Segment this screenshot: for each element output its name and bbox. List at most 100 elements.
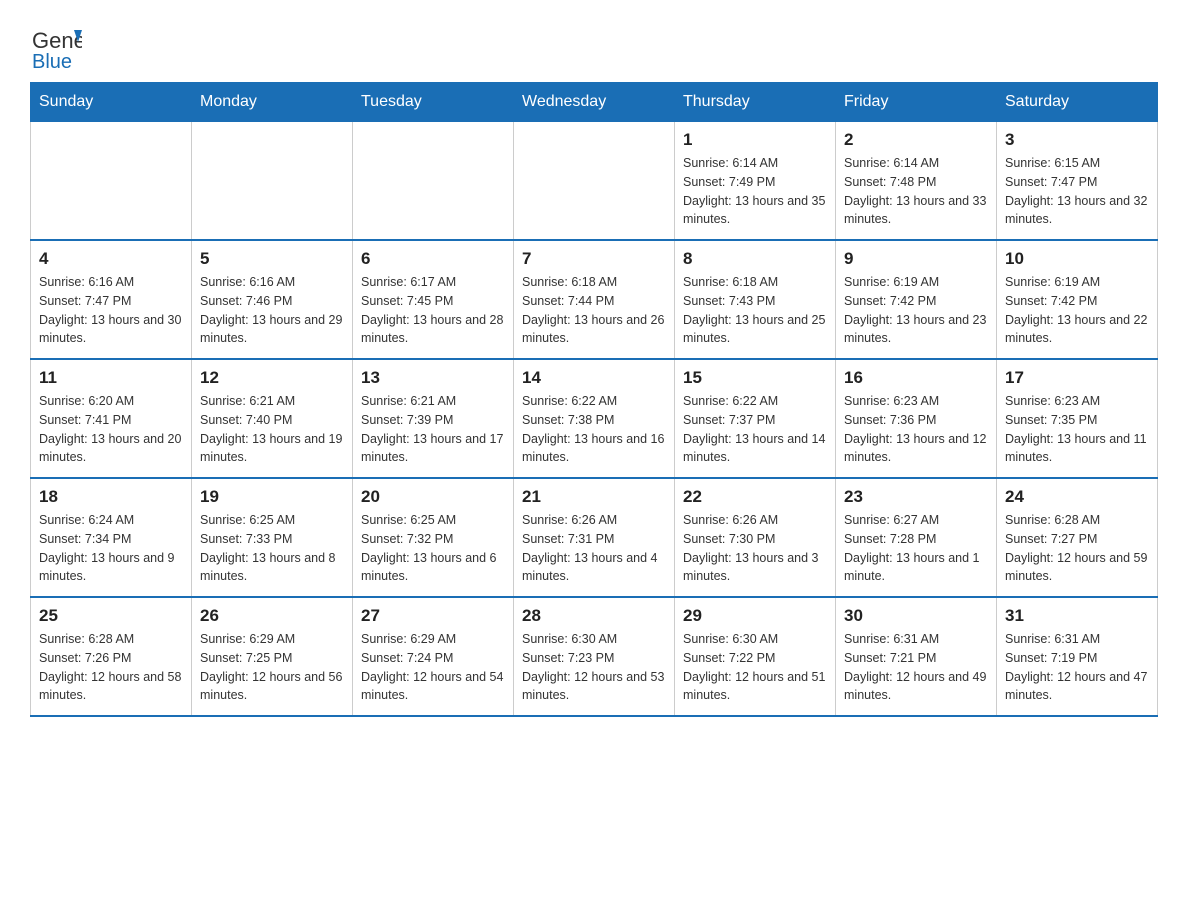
calendar-week-row: 4Sunrise: 6:16 AM Sunset: 7:47 PM Daylig…: [31, 240, 1158, 359]
day-info: Sunrise: 6:24 AM Sunset: 7:34 PM Dayligh…: [39, 511, 183, 586]
calendar-cell: 5 Sunrise: 6:16 AM Sunset: 7:46 PM Daylig…: [192, 240, 353, 359]
day-info: Sunrise: 6:14 AM Sunset: 7:48 PM Dayligh…: [844, 154, 988, 229]
calendar-cell: 19Sunrise: 6:25 AM Sunset: 7:33 PM Dayli…: [192, 478, 353, 597]
svg-text:Blue: Blue: [32, 51, 72, 72]
page-header: General Blue: [30, 20, 1158, 72]
calendar-header-friday: Friday: [836, 83, 997, 122]
calendar-cell: [353, 122, 514, 241]
day-number: 20: [361, 487, 505, 507]
calendar-cell: 9 Sunrise: 6:19 AM Sunset: 7:42 PM Daylig…: [836, 240, 997, 359]
calendar-cell: 8 Sunrise: 6:18 AM Sunset: 7:43 PM Daylig…: [675, 240, 836, 359]
calendar-cell: 30 Sunrise: 6:31 AM Sunset: 7:21 PM Dayli…: [836, 597, 997, 716]
day-number: 27: [361, 606, 505, 626]
calendar-cell: 3 Sunrise: 6:15 AM Sunset: 7:47 PM Daylig…: [997, 122, 1158, 241]
day-info: Sunrise: 6:31 AM Sunset: 7:21 PM Dayligh…: [844, 630, 988, 705]
calendar-cell: 1 Sunrise: 6:14 AM Sunset: 7:49 PM Daylig…: [675, 122, 836, 241]
day-info: Sunrise: 6:14 AM Sunset: 7:49 PM Dayligh…: [683, 154, 827, 229]
day-info: Sunrise: 6:19 AM Sunset: 7:42 PM Dayligh…: [844, 273, 988, 348]
calendar-cell: [514, 122, 675, 241]
day-info: Sunrise: 6:18 AM Sunset: 7:43 PM Dayligh…: [683, 273, 827, 348]
calendar-cell: 22 Sunrise: 6:26 AM Sunset: 7:30 PM Dayli…: [675, 478, 836, 597]
calendar-cell: [31, 122, 192, 241]
calendar-week-row: 18 Sunrise: 6:24 AM Sunset: 7:34 PM Dayli…: [31, 478, 1158, 597]
day-number: 4: [39, 249, 183, 269]
calendar-cell: 24Sunrise: 6:28 AM Sunset: 7:27 PM Dayli…: [997, 478, 1158, 597]
calendar-cell: 20Sunrise: 6:25 AM Sunset: 7:32 PM Dayli…: [353, 478, 514, 597]
calendar-cell: 10 Sunrise: 6:19 AM Sunset: 7:42 PM Dayli…: [997, 240, 1158, 359]
day-number: 29: [683, 606, 827, 626]
calendar-header-wednesday: Wednesday: [514, 83, 675, 122]
day-info: Sunrise: 6:15 AM Sunset: 7:47 PM Dayligh…: [1005, 154, 1149, 229]
day-info: Sunrise: 6:29 AM Sunset: 7:24 PM Dayligh…: [361, 630, 505, 705]
day-number: 21: [522, 487, 666, 507]
calendar-header-sunday: Sunday: [31, 83, 192, 122]
calendar-cell: 12 Sunrise: 6:21 AM Sunset: 7:40 PM Dayli…: [192, 359, 353, 478]
calendar-table: SundayMondayTuesdayWednesdayThursdayFrid…: [30, 82, 1158, 717]
day-number: 24: [1005, 487, 1149, 507]
day-number: 19: [200, 487, 344, 507]
day-info: Sunrise: 6:21 AM Sunset: 7:39 PM Dayligh…: [361, 392, 505, 467]
day-info: Sunrise: 6:17 AM Sunset: 7:45 PM Dayligh…: [361, 273, 505, 348]
calendar-cell: [192, 122, 353, 241]
day-info: Sunrise: 6:23 AM Sunset: 7:35 PM Dayligh…: [1005, 392, 1149, 467]
day-info: Sunrise: 6:20 AM Sunset: 7:41 PM Dayligh…: [39, 392, 183, 467]
day-number: 25: [39, 606, 183, 626]
calendar-cell: 23Sunrise: 6:27 AM Sunset: 7:28 PM Dayli…: [836, 478, 997, 597]
day-info: Sunrise: 6:22 AM Sunset: 7:38 PM Dayligh…: [522, 392, 666, 467]
day-number: 11: [39, 368, 183, 388]
day-info: Sunrise: 6:19 AM Sunset: 7:42 PM Dayligh…: [1005, 273, 1149, 348]
day-number: 12: [200, 368, 344, 388]
day-info: Sunrise: 6:18 AM Sunset: 7:44 PM Dayligh…: [522, 273, 666, 348]
calendar-body: 1 Sunrise: 6:14 AM Sunset: 7:49 PM Daylig…: [31, 122, 1158, 717]
calendar-week-row: 1 Sunrise: 6:14 AM Sunset: 7:49 PM Daylig…: [31, 122, 1158, 241]
day-number: 2: [844, 130, 988, 150]
calendar-cell: 28 Sunrise: 6:30 AM Sunset: 7:23 PM Dayli…: [514, 597, 675, 716]
day-number: 28: [522, 606, 666, 626]
calendar-header-thursday: Thursday: [675, 83, 836, 122]
calendar-cell: 26 Sunrise: 6:29 AM Sunset: 7:25 PM Dayli…: [192, 597, 353, 716]
calendar-cell: 2 Sunrise: 6:14 AM Sunset: 7:48 PM Daylig…: [836, 122, 997, 241]
day-number: 18: [39, 487, 183, 507]
day-info: Sunrise: 6:23 AM Sunset: 7:36 PM Dayligh…: [844, 392, 988, 467]
calendar-cell: 15Sunrise: 6:22 AM Sunset: 7:37 PM Dayli…: [675, 359, 836, 478]
day-info: Sunrise: 6:30 AM Sunset: 7:22 PM Dayligh…: [683, 630, 827, 705]
calendar-header-monday: Monday: [192, 83, 353, 122]
day-info: Sunrise: 6:29 AM Sunset: 7:25 PM Dayligh…: [200, 630, 344, 705]
calendar-cell: 21 Sunrise: 6:26 AM Sunset: 7:31 PM Dayli…: [514, 478, 675, 597]
calendar-week-row: 25 Sunrise: 6:28 AM Sunset: 7:26 PM Dayli…: [31, 597, 1158, 716]
day-number: 30: [844, 606, 988, 626]
day-info: Sunrise: 6:31 AM Sunset: 7:19 PM Dayligh…: [1005, 630, 1149, 705]
calendar-cell: 16Sunrise: 6:23 AM Sunset: 7:36 PM Dayli…: [836, 359, 997, 478]
calendar-header-row: SundayMondayTuesdayWednesdayThursdayFrid…: [31, 83, 1158, 122]
day-info: Sunrise: 6:16 AM Sunset: 7:46 PM Dayligh…: [200, 273, 344, 348]
logo-icon: General Blue: [30, 20, 82, 72]
day-number: 14: [522, 368, 666, 388]
svg-text:General: General: [32, 28, 82, 53]
day-number: 23: [844, 487, 988, 507]
day-number: 10: [1005, 249, 1149, 269]
calendar-cell: 29 Sunrise: 6:30 AM Sunset: 7:22 PM Dayli…: [675, 597, 836, 716]
calendar-cell: 25 Sunrise: 6:28 AM Sunset: 7:26 PM Dayli…: [31, 597, 192, 716]
day-number: 22: [683, 487, 827, 507]
calendar-cell: 14 Sunrise: 6:22 AM Sunset: 7:38 PM Dayli…: [514, 359, 675, 478]
day-number: 6: [361, 249, 505, 269]
day-number: 1: [683, 130, 827, 150]
calendar-cell: 17 Sunrise: 6:23 AM Sunset: 7:35 PM Dayli…: [997, 359, 1158, 478]
day-number: 9: [844, 249, 988, 269]
day-number: 17: [1005, 368, 1149, 388]
day-info: Sunrise: 6:21 AM Sunset: 7:40 PM Dayligh…: [200, 392, 344, 467]
calendar-cell: 6 Sunrise: 6:17 AM Sunset: 7:45 PM Daylig…: [353, 240, 514, 359]
day-number: 26: [200, 606, 344, 626]
calendar-cell: 4Sunrise: 6:16 AM Sunset: 7:47 PM Daylig…: [31, 240, 192, 359]
calendar-cell: 31Sunrise: 6:31 AM Sunset: 7:19 PM Dayli…: [997, 597, 1158, 716]
day-number: 5: [200, 249, 344, 269]
day-number: 8: [683, 249, 827, 269]
day-number: 3: [1005, 130, 1149, 150]
logo: General Blue: [30, 20, 82, 72]
day-info: Sunrise: 6:26 AM Sunset: 7:31 PM Dayligh…: [522, 511, 666, 586]
calendar-cell: 18 Sunrise: 6:24 AM Sunset: 7:34 PM Dayli…: [31, 478, 192, 597]
day-info: Sunrise: 6:30 AM Sunset: 7:23 PM Dayligh…: [522, 630, 666, 705]
day-info: Sunrise: 6:26 AM Sunset: 7:30 PM Dayligh…: [683, 511, 827, 586]
day-info: Sunrise: 6:28 AM Sunset: 7:26 PM Dayligh…: [39, 630, 183, 705]
calendar-cell: 27 Sunrise: 6:29 AM Sunset: 7:24 PM Dayli…: [353, 597, 514, 716]
